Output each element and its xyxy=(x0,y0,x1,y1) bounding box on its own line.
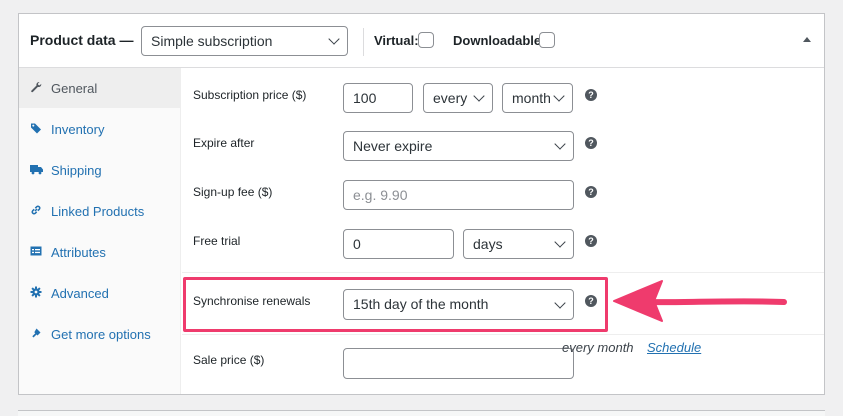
billing-interval-value: every xyxy=(433,90,468,106)
chevron-down-icon xyxy=(328,33,340,45)
help-icon[interactable]: ? xyxy=(585,137,597,149)
product-data-tabs: General Inventory Shipping Linked Produc… xyxy=(19,68,181,394)
sale-price-label: Sale price ($) xyxy=(193,353,265,367)
help-icon[interactable]: ? xyxy=(585,89,597,101)
chevron-down-icon xyxy=(554,138,566,150)
panel-header: Product data — Simple subscription Virtu… xyxy=(19,14,824,68)
product-type-select[interactable]: Simple subscription xyxy=(141,26,348,56)
tab-general[interactable]: General xyxy=(19,68,180,108)
tab-linked-products-label: Linked Products xyxy=(51,204,145,219)
link-icon xyxy=(30,204,42,216)
truck-icon xyxy=(30,163,43,175)
plugin-icon xyxy=(30,327,42,339)
tab-advanced-label: Advanced xyxy=(51,286,109,301)
product-type-value: Simple subscription xyxy=(151,33,273,49)
tab-attributes-label: Attributes xyxy=(51,245,106,260)
panel-title: Product data — xyxy=(30,32,134,48)
billing-period-value: month xyxy=(512,90,551,106)
expire-after-value: Never expire xyxy=(353,138,433,154)
downloadable-checkbox[interactable] xyxy=(539,32,555,48)
chevron-down-icon xyxy=(554,236,566,248)
row-divider xyxy=(182,272,824,273)
signup-fee-label: Sign-up fee ($) xyxy=(193,185,273,199)
schedule-link[interactable]: Schedule xyxy=(647,340,701,355)
tab-attributes[interactable]: Attributes xyxy=(19,232,180,272)
help-icon[interactable]: ? xyxy=(585,235,597,247)
subscription-price-input[interactable]: 100 xyxy=(343,83,413,113)
gear-icon xyxy=(30,286,42,298)
sale-price-suffix: every month xyxy=(562,340,634,355)
billing-interval-select[interactable]: every xyxy=(423,83,493,113)
expire-after-label: Expire after xyxy=(193,136,255,150)
chevron-down-icon xyxy=(473,90,485,102)
tab-general-label: General xyxy=(51,81,98,96)
header-divider xyxy=(363,28,364,56)
chevron-down-icon xyxy=(553,90,565,102)
free-trial-unit-select[interactable]: days xyxy=(463,229,574,259)
wrench-icon xyxy=(30,81,42,93)
tab-advanced[interactable]: Advanced xyxy=(19,273,180,313)
tab-get-more-options[interactable]: Get more options xyxy=(19,314,180,354)
billing-period-select[interactable]: month xyxy=(502,83,573,113)
signup-fee-input[interactable]: e.g. 9.90 xyxy=(343,180,574,210)
sale-price-input[interactable] xyxy=(343,348,574,379)
free-trial-input[interactable]: 0 xyxy=(343,229,454,259)
tab-inventory[interactable]: Inventory xyxy=(19,109,180,149)
free-trial-unit-value: days xyxy=(473,236,503,252)
subscription-price-label: Subscription price ($) xyxy=(193,88,307,102)
virtual-label: Virtual: xyxy=(374,33,419,48)
tab-inventory-label: Inventory xyxy=(51,122,105,137)
tab-get-more-options-label: Get more options xyxy=(51,327,151,342)
help-icon[interactable]: ? xyxy=(585,186,597,198)
tag-icon xyxy=(30,122,42,134)
tab-linked-products[interactable]: Linked Products xyxy=(19,191,180,231)
downloadable-label: Downloadable: xyxy=(453,33,546,48)
tab-shipping[interactable]: Shipping xyxy=(19,150,180,190)
next-panel-edge xyxy=(18,410,825,416)
expire-after-select[interactable]: Never expire xyxy=(343,131,574,161)
list-icon xyxy=(30,245,42,257)
row-divider xyxy=(182,334,824,335)
product-data-panel: Product data — Simple subscription Virtu… xyxy=(18,13,825,395)
tab-shipping-label: Shipping xyxy=(51,163,102,178)
annotation-arrow-icon xyxy=(613,280,787,322)
highlight-box xyxy=(183,277,608,332)
virtual-checkbox[interactable] xyxy=(418,32,434,48)
free-trial-label: Free trial xyxy=(193,234,241,248)
collapse-toggle-icon[interactable] xyxy=(803,37,811,42)
